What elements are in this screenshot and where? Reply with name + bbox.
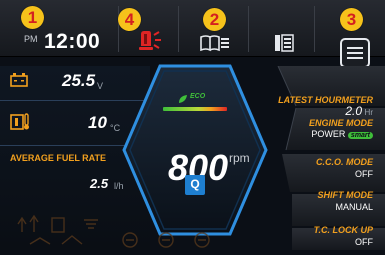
engine-mode-label: ENGINE MODE <box>308 118 373 128</box>
engine-mode-value: POWER <box>311 129 346 139</box>
engine-mode-readout: POWER smart <box>311 129 373 139</box>
coolant-temperature-value: 10 <box>88 113 107 132</box>
top-divider <box>248 6 249 52</box>
quick-mode-icon[interactable]: Q <box>185 175 205 195</box>
coolant-temperature-unit: °C <box>110 123 121 133</box>
manual-book-icon[interactable] <box>200 34 230 52</box>
callout-badge-3: 3 <box>340 8 363 31</box>
alarm-light-icon[interactable] <box>136 30 162 52</box>
latest-hourmeter-unit: Hr <box>364 108 373 117</box>
latest-hourmeter-value: 2.0 <box>345 104 363 118</box>
callout-badge-1: 1 <box>21 6 44 29</box>
display-mode-icon[interactable] <box>274 34 294 52</box>
battery-voltage-unit: V <box>97 81 104 91</box>
coolant-temperature-icon <box>10 113 30 131</box>
callout-badge-2: 2 <box>203 8 226 31</box>
top-divider <box>314 6 315 52</box>
menu-button[interactable] <box>340 38 370 68</box>
rpm-unit: rpm <box>229 151 250 165</box>
average-fuel-rate-value: 2.5 <box>90 176 109 191</box>
callout-badge-4: 4 <box>118 8 141 31</box>
cco-mode-value: OFF <box>355 169 373 179</box>
clock-time[interactable]: 12:00 <box>44 30 100 54</box>
eco-leaf-icon <box>178 91 188 103</box>
row-divider <box>0 145 125 146</box>
eco-label: ECO <box>190 93 206 100</box>
time-period: PM <box>24 34 38 44</box>
battery-icon <box>10 73 28 87</box>
cco-mode-label: C.C.O. MODE <box>315 157 373 167</box>
battery-voltage-value: 25.5 <box>62 71 96 90</box>
shift-mode-label: SHIFT MODE <box>317 190 374 200</box>
latest-hourmeter-readout: 2.0 Hr <box>345 104 373 118</box>
average-fuel-rate-label: AVERAGE FUEL RATE <box>10 153 107 163</box>
top-divider <box>178 6 179 52</box>
smart-badge: smart <box>347 132 373 139</box>
warning-indicator-strip <box>0 210 385 250</box>
